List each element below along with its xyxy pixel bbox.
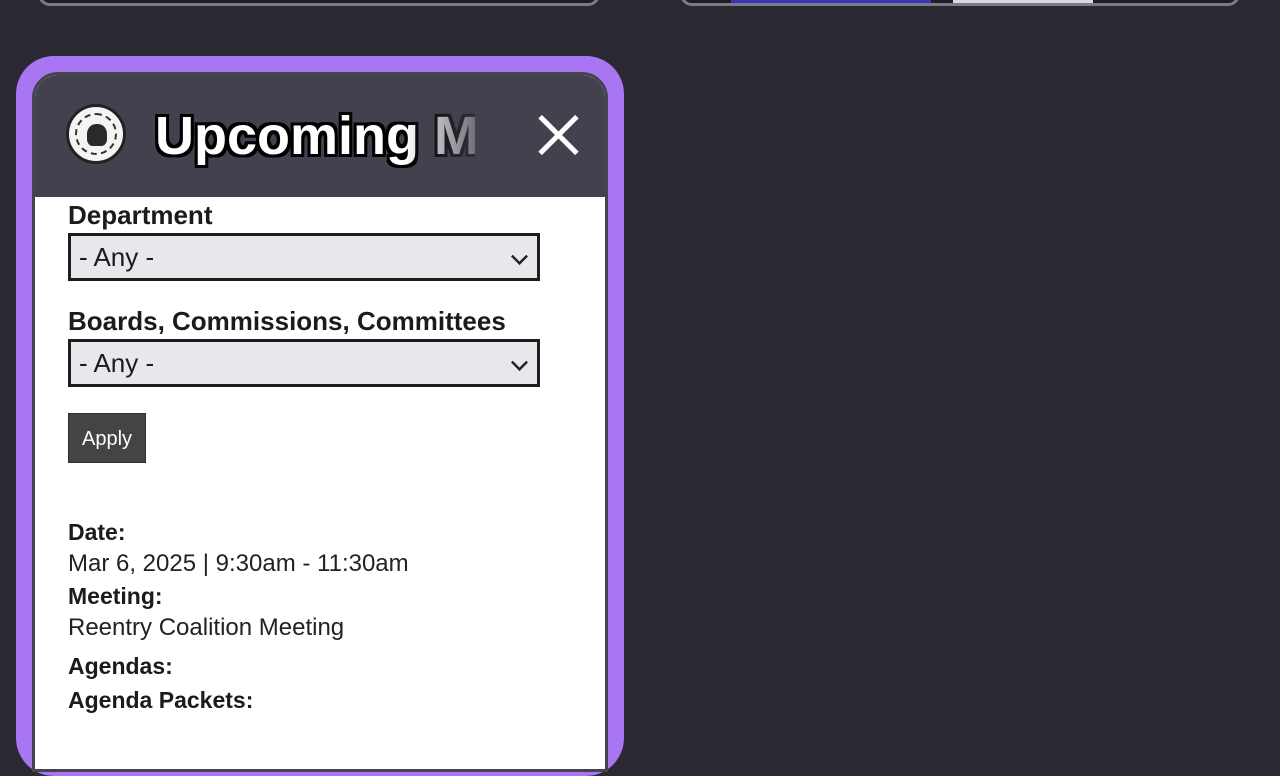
city-seal-icon (66, 104, 126, 164)
top-right-tile[interactable] (680, 0, 1240, 6)
chevron-down-icon (511, 248, 528, 265)
meeting-label: Meeting: (68, 583, 163, 609)
boards-select-value: - Any - (79, 348, 155, 378)
apply-button[interactable]: Apply (68, 413, 146, 463)
boards-label: Boards, Commissions, Committees (68, 306, 506, 336)
department-select[interactable]: - Any - (68, 233, 540, 281)
widget-content: Department - Any - Boards, Commissions, … (68, 199, 588, 715)
date-label: Date: (68, 519, 126, 545)
boards-select[interactable]: - Any - (68, 339, 540, 387)
meeting-value[interactable]: Reentry Coalition Meeting (68, 611, 588, 645)
chevron-down-icon (511, 354, 528, 371)
close-icon[interactable] (529, 105, 589, 165)
widget-header: Upcoming Meetings (35, 75, 605, 197)
upcoming-meetings-widget: Upcoming Meetings Department - Any - Boa… (32, 72, 608, 772)
agenda-packets-label: Agenda Packets: (68, 687, 254, 713)
department-label: Department (68, 200, 213, 230)
tile-accent-bar (731, 0, 931, 3)
agendas-label: Agendas: (68, 653, 173, 679)
department-select-value: - Any - (79, 242, 155, 272)
widget-title: Upcoming Meetings (155, 106, 475, 166)
tile-text-strip (953, 0, 1093, 3)
date-value: Mar 6, 2025 | 9:30am - 11:30am (68, 550, 409, 577)
top-left-tile[interactable] (38, 0, 600, 6)
